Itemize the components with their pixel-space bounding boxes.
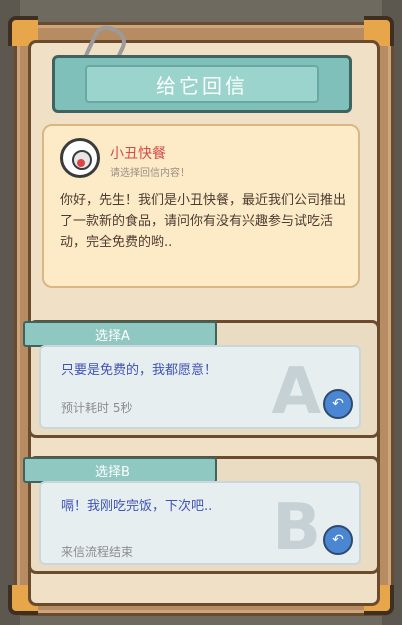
reply-arrow-icon[interactable]: ↶ bbox=[323, 525, 353, 555]
option-b-text: 嗝！我刚吃完饭，下次吧.. bbox=[61, 499, 213, 514]
option-a-card[interactable]: A 只要是免费的，我都愿意！ 预计耗时 5秒 ↶ bbox=[39, 345, 361, 429]
letter-body: 你好，先生！我们是小丑快餐，最近我们公司推出了一款新的食品，请问你有没有兴趣参与… bbox=[60, 193, 347, 250]
select-hint: 请选择回信内容！ bbox=[110, 168, 190, 179]
option-a-tab: 选择A bbox=[23, 321, 217, 347]
option-a-label: 选择A bbox=[95, 329, 130, 344]
option-b-label: 选择B bbox=[95, 465, 130, 480]
option-a-watermark: A bbox=[271, 355, 321, 429]
option-b-watermark: B bbox=[272, 491, 321, 565]
clown-nose bbox=[77, 159, 85, 167]
clown-avatar-icon bbox=[60, 138, 100, 178]
option-a-time: 预计耗时 5秒 bbox=[61, 401, 133, 415]
page-title: 给它回信 bbox=[156, 73, 248, 98]
option-b-tab: 选择B bbox=[23, 457, 217, 483]
option-b-footer: 来信流程结束 bbox=[61, 545, 134, 559]
option-a[interactable]: 选择A A 只要是免费的，我都愿意！ 预计耗时 5秒 ↶ bbox=[23, 320, 380, 438]
option-a-text: 只要是免费的，我都愿意！ bbox=[61, 363, 218, 378]
reply-arrow-icon[interactable]: ↶ bbox=[323, 389, 353, 419]
option-b[interactable]: 选择B B 嗝！我刚吃完饭，下次吧.. 来信流程结束 ↶ bbox=[23, 456, 380, 574]
title-banner: 给它回信 bbox=[52, 55, 352, 113]
sender-name: 小丑快餐 bbox=[110, 146, 166, 162]
option-b-card[interactable]: B 嗝！我刚吃完饭，下次吧.. 来信流程结束 ↶ bbox=[39, 481, 361, 565]
incoming-letter: 小丑快餐 请选择回信内容！ 你好，先生！我们是小丑快餐，最近我们公司推出了一款新… bbox=[42, 124, 360, 288]
title-banner-inner: 给它回信 bbox=[85, 65, 319, 103]
